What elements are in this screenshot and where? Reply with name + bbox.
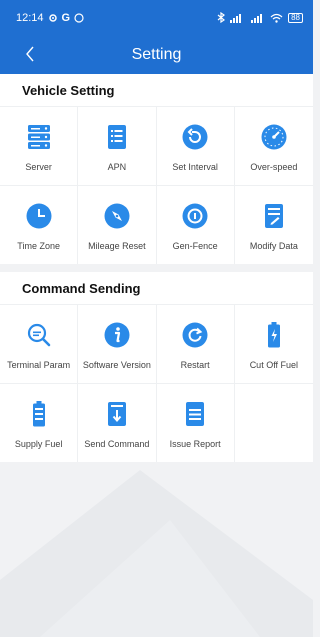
status-time: 12:14 [16, 11, 44, 24]
set-interval-label: Set Interval [172, 162, 218, 172]
section-title: Command Sending [22, 280, 141, 296]
apn-label: APN [107, 162, 127, 172]
geofence-icon [182, 203, 208, 229]
mileage-reset-button[interactable]: Mileage Reset [78, 185, 157, 264]
restart-icon [182, 322, 208, 348]
send-command-label: Send Command [84, 439, 150, 449]
google-icon: G [61, 11, 71, 24]
nav-bar: Setting [0, 35, 313, 74]
time-zone-button[interactable]: Time Zone [0, 185, 79, 264]
background-watermark [0, 470, 313, 637]
supply-fuel-button[interactable]: Supply Fuel [0, 383, 79, 462]
speedometer-icon [261, 124, 287, 150]
vehicle-setting-section: Vehicle Setting Server APN Set Interval … [0, 74, 313, 264]
issue-report-button[interactable]: Issue Report [156, 383, 235, 462]
chevron-left-icon [26, 46, 34, 62]
command-sending-section: Command Sending Terminal Param Software … [0, 272, 313, 462]
whatsapp-icon [74, 12, 84, 23]
issue-report-label: Issue Report [169, 439, 221, 449]
software-version-button[interactable]: Software Version [78, 304, 157, 383]
signal-icon [230, 13, 242, 23]
modify-data-button[interactable]: Modify Data [234, 185, 313, 264]
server-label: Server [25, 162, 52, 172]
clock-icon [26, 203, 52, 229]
over-speed-button[interactable]: Over-speed [234, 106, 313, 185]
rotate-back-icon [182, 124, 208, 150]
settings-icon [48, 13, 57, 22]
empty-cell [234, 383, 313, 462]
supply-fuel-label: Supply Fuel [14, 439, 63, 449]
section-title: Vehicle Setting [22, 82, 115, 98]
gen-fence-label: Gen-Fence [172, 241, 218, 251]
battery-charging-icon [267, 322, 280, 348]
terminal-param-label: Terminal Param [7, 360, 71, 370]
report-icon [186, 402, 205, 426]
command-sending-grid: Terminal Param Software Version Restart … [0, 304, 313, 462]
server-button[interactable]: Server [0, 106, 79, 185]
server-icon [27, 125, 50, 149]
bluetooth-icon [217, 12, 226, 23]
info-icon [104, 322, 130, 348]
over-speed-label: Over-speed [250, 162, 298, 172]
compass-icon [104, 203, 130, 229]
terminal-param-button[interactable]: Terminal Param [0, 304, 79, 383]
edit-document-icon [264, 204, 283, 228]
wifi-icon [270, 13, 283, 23]
status-bar: 12:14 G 88 [0, 0, 313, 35]
gen-fence-button[interactable]: Gen-Fence [156, 185, 235, 264]
battery-indicator: 88 [288, 12, 303, 23]
document-list-icon [107, 125, 126, 149]
mileage-reset-label: Mileage Reset [88, 241, 146, 251]
cut-off-fuel-button[interactable]: Cut Off Fuel [234, 304, 313, 383]
download-document-icon [107, 402, 126, 426]
battery-icon [32, 401, 45, 427]
cut-off-fuel-label: Cut Off Fuel [249, 360, 299, 370]
set-interval-button[interactable]: Set Interval [156, 106, 235, 185]
status-left: 12:14 G [16, 12, 84, 24]
restart-button[interactable]: Restart [156, 304, 235, 383]
software-version-label: Software Version [82, 360, 151, 370]
signal-icon-2 [251, 13, 263, 23]
page-title: Setting [131, 45, 182, 63]
back-button[interactable] [18, 39, 42, 69]
restart-label: Restart [180, 360, 210, 370]
vehicle-setting-grid: Server APN Set Interval Over-speed Time … [0, 106, 313, 264]
apn-button[interactable]: APN [78, 106, 157, 185]
modify-data-label: Modify Data [249, 241, 298, 251]
send-command-button[interactable]: Send Command [78, 383, 157, 462]
time-zone-label: Time Zone [17, 241, 60, 251]
status-right: 88 [217, 12, 303, 23]
search-icon [27, 323, 50, 347]
